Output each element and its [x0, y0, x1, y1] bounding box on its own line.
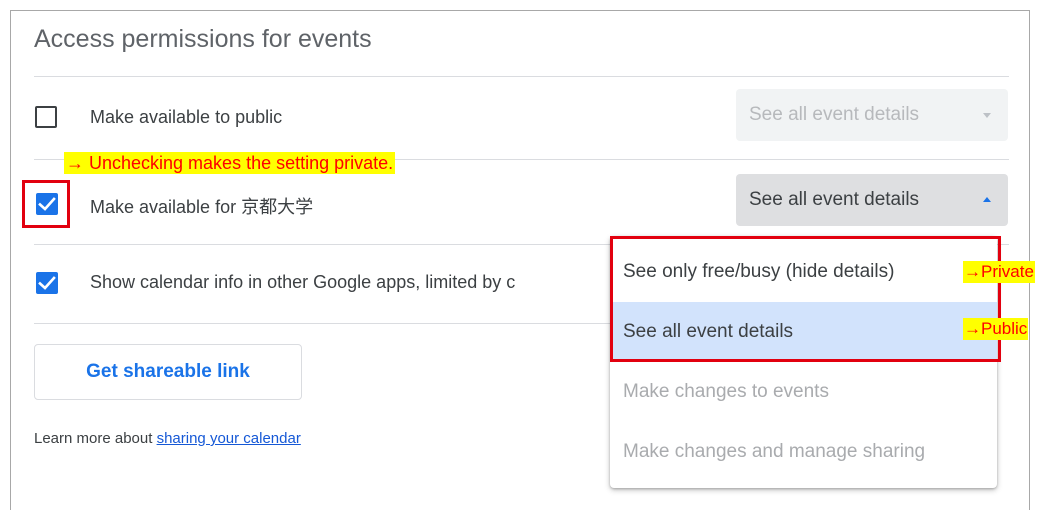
- learn-more-text: Learn more about sharing your calendar: [34, 430, 301, 447]
- public-checkbox-label: Make available to public: [90, 107, 283, 127]
- get-shareable-link-button[interactable]: Get shareable link: [34, 344, 302, 400]
- menu-options-highlight-box: [610, 236, 1001, 362]
- public-permission-select: See all event details: [736, 89, 1008, 141]
- sharing-calendar-link[interactable]: sharing your calendar: [157, 430, 301, 447]
- checkmark-icon: [38, 276, 56, 290]
- private-annotation: →Private: [963, 261, 1035, 283]
- learn-more-prefix: Learn more about: [34, 430, 157, 447]
- organization-permission-select[interactable]: See all event details: [736, 174, 1008, 226]
- organization-permission-select-value: See all event details: [749, 189, 920, 210]
- menu-item-make-changes: Make changes to events: [623, 381, 829, 402]
- google-apps-checkbox[interactable]: [36, 272, 58, 294]
- dropdown-arrow-up-icon: [983, 197, 991, 202]
- public-annotation: →Public: [963, 318, 1029, 340]
- google-apps-checkbox-label: Show calendar info in other Google apps,…: [90, 272, 516, 292]
- divider: [34, 76, 1009, 77]
- uncheck-annotation: → Unchecking makes the setting private.: [64, 152, 396, 174]
- public-checkbox[interactable]: [35, 106, 57, 128]
- menu-item-manage-sharing: Make changes and manage sharing: [623, 441, 926, 462]
- organization-checkbox-label: Make available for 京都大学: [90, 197, 314, 217]
- public-permission-select-value: See all event details: [749, 104, 920, 125]
- dropdown-arrow-icon: [983, 113, 991, 118]
- panel-title: Access permissions for events: [34, 25, 372, 53]
- checkbox-highlight-box: [22, 180, 70, 228]
